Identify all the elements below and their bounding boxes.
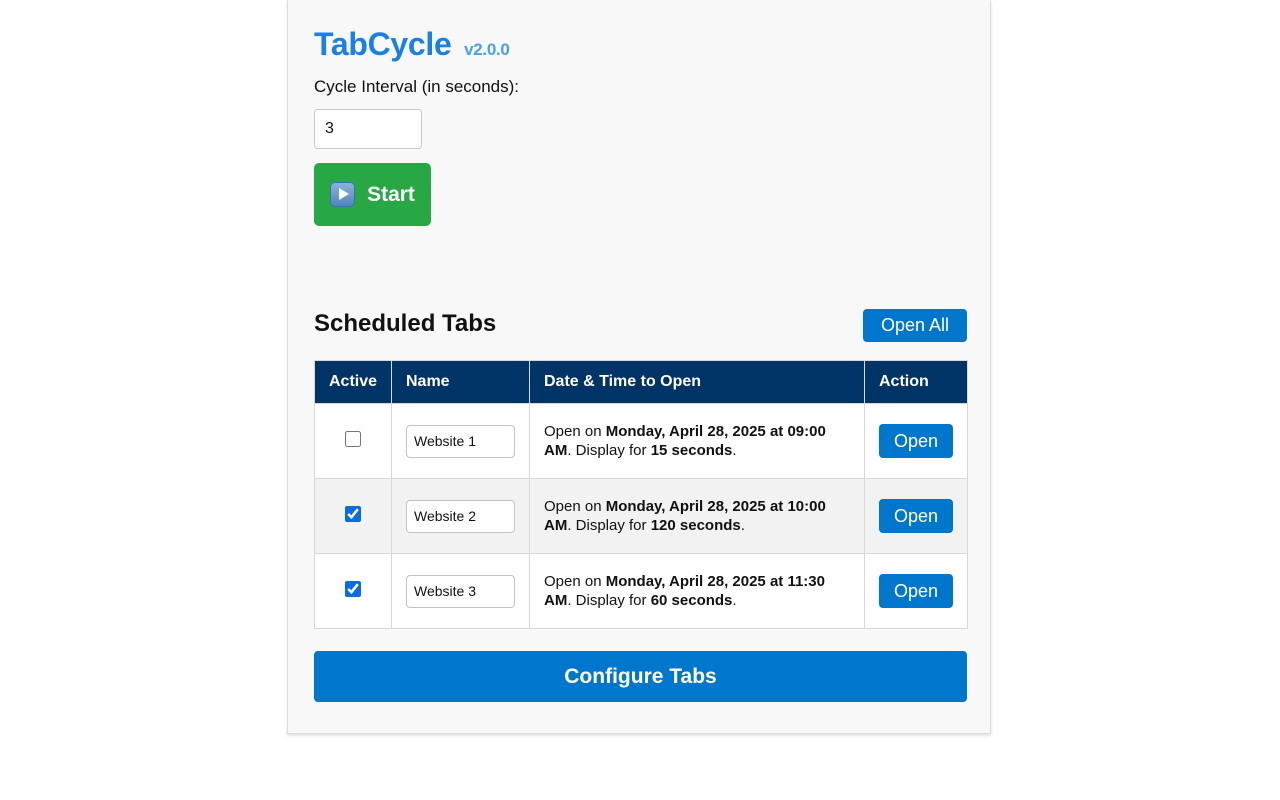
open-tab-button[interactable]: Open — [879, 424, 953, 458]
schedule-display-prefix: . Display for — [567, 592, 651, 609]
open-tab-button[interactable]: Open — [879, 499, 953, 533]
play-button-icon — [330, 182, 356, 207]
table-row: Open on Monday, April 28, 2025 at 11:30 … — [314, 553, 968, 629]
active-checkbox[interactable] — [345, 430, 361, 447]
app-name: TabCycle — [314, 26, 452, 62]
schedule-display-prefix: . Display for — [567, 517, 651, 534]
action-cell: Open — [864, 478, 968, 554]
schedule-duration: 60 seconds — [650, 592, 733, 609]
schedule-cell: Open on Monday, April 28, 2025 at 10:00 … — [529, 478, 865, 554]
action-cell: Open — [864, 403, 968, 479]
interval-input[interactable] — [314, 109, 422, 149]
scheduled-tabs-title: Scheduled Tabs — [314, 310, 497, 337]
active-cell — [314, 478, 392, 554]
extension-popup: TabCycle v2.0.0 Cycle Interval (in secon… — [287, 0, 991, 734]
tab-name-input[interactable] — [406, 574, 515, 608]
column-header-active: Active — [314, 360, 392, 404]
app-title: TabCycle v2.0.0 — [314, 26, 510, 63]
schedule-open-prefix: Open on — [544, 423, 606, 440]
column-header-name: Name — [391, 360, 530, 404]
schedule-suffix: . — [732, 592, 737, 609]
name-cell — [391, 553, 530, 629]
tab-name-input[interactable] — [406, 424, 515, 458]
action-cell: Open — [864, 553, 968, 629]
scheduled-tabs-table: Active Name Date & Time to Open Action O… — [314, 360, 968, 629]
name-cell — [391, 403, 530, 479]
open-all-button[interactable]: Open All — [863, 309, 967, 342]
schedule-open-prefix: Open on — [544, 573, 606, 590]
active-checkbox[interactable] — [345, 580, 361, 597]
schedule-duration: 120 seconds — [650, 517, 741, 534]
schedule-display-prefix: . Display for — [567, 442, 651, 459]
active-cell — [314, 403, 392, 479]
name-cell — [391, 478, 530, 554]
schedule-duration: 15 seconds — [650, 442, 733, 459]
interval-label: Cycle Interval (in seconds): — [314, 77, 520, 96]
open-tab-button[interactable]: Open — [879, 574, 953, 608]
table-header-row: Active Name Date & Time to Open Action — [314, 360, 968, 404]
schedule-open-prefix: Open on — [544, 498, 606, 515]
configure-tabs-button[interactable]: Configure Tabs — [314, 651, 967, 702]
schedule-suffix: . — [740, 517, 745, 534]
column-header-action: Action — [864, 360, 968, 404]
table-row: Open on Monday, April 28, 2025 at 10:00 … — [314, 478, 968, 554]
tab-name-input[interactable] — [406, 499, 515, 533]
schedule-cell: Open on Monday, April 28, 2025 at 11:30 … — [529, 553, 865, 629]
active-checkbox[interactable] — [345, 505, 361, 522]
column-header-datetime: Date & Time to Open — [529, 360, 865, 404]
app-version: v2.0.0 — [464, 40, 510, 59]
schedule-cell: Open on Monday, April 28, 2025 at 09:00 … — [529, 403, 865, 479]
start-button-label: Start — [367, 182, 415, 206]
table-row: Open on Monday, April 28, 2025 at 09:00 … — [314, 403, 968, 479]
start-button[interactable]: Start — [314, 163, 431, 226]
active-cell — [314, 553, 392, 629]
schedule-suffix: . — [732, 442, 737, 459]
